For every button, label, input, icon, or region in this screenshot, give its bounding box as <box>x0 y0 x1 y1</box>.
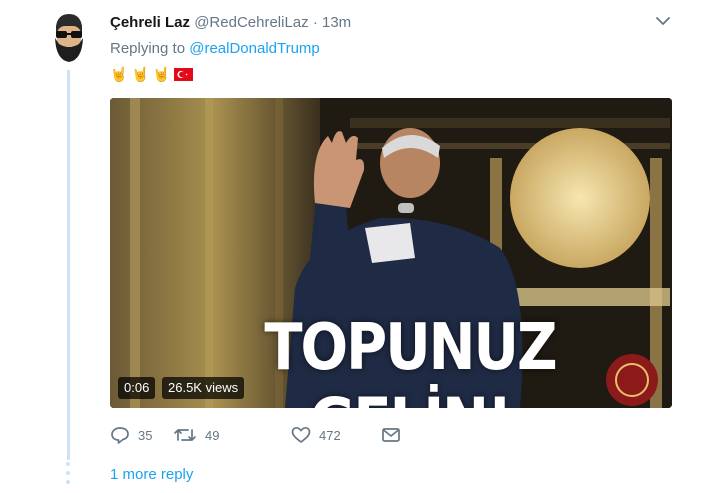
reply-button[interactable]: 35 <box>110 426 152 444</box>
thread-dot <box>66 462 70 466</box>
thread-dots <box>66 462 71 489</box>
separator: · <box>312 14 318 31</box>
video-player[interactable]: TOPUNUZ GELİN! 0:06 26.5K views <box>110 98 672 408</box>
direct-message-button[interactable] <box>381 426 401 444</box>
horns-emoji-icon: 🤘 <box>131 66 149 82</box>
video-caption: TOPUNUZ GELİN! <box>264 310 557 408</box>
envelope-icon <box>382 428 400 442</box>
replying-label: Replying to <box>110 40 186 57</box>
retweet-icon <box>174 429 196 441</box>
tweet-text: 🤘 🤘 🤘 <box>110 66 194 82</box>
tweet-time[interactable]: 13m <box>322 14 351 31</box>
video-duration-badge: 0:06 <box>118 377 156 399</box>
reply-icon <box>111 427 129 444</box>
horns-emoji-icon: 🤘 <box>110 66 128 82</box>
chevron-down-icon[interactable] <box>655 14 671 28</box>
thread-dot <box>66 480 70 484</box>
retweet-button[interactable]: 49 <box>173 426 219 444</box>
tweet-header: Çehreli Laz @RedCehreliLaz · 13m <box>110 14 351 32</box>
video-views-badge: 26.5K views <box>162 377 245 399</box>
like-count: 472 <box>319 427 341 443</box>
avatar[interactable] <box>50 12 88 64</box>
mention-link[interactable]: @realDonaldTrump <box>189 40 320 57</box>
like-button[interactable]: 472 <box>291 426 341 444</box>
heart-icon <box>291 426 311 443</box>
replying-to: Replying to @realDonaldTrump <box>110 40 320 57</box>
bearded-man-avatar-icon <box>55 14 83 62</box>
retweet-count: 49 <box>205 427 220 443</box>
user-handle[interactable]: @RedCehreliLaz <box>194 14 308 31</box>
thread-line <box>67 70 70 460</box>
display-name[interactable]: Çehreli Laz <box>110 14 190 31</box>
more-replies-link[interactable]: 1 more reply <box>110 466 193 483</box>
thread-dot <box>66 471 70 475</box>
horns-emoji-icon: 🤘 <box>152 66 171 82</box>
reply-count: 35 <box>138 427 153 443</box>
tweet-actions: 35 49 472 <box>110 426 410 448</box>
turkey-flag-icon <box>174 67 194 81</box>
